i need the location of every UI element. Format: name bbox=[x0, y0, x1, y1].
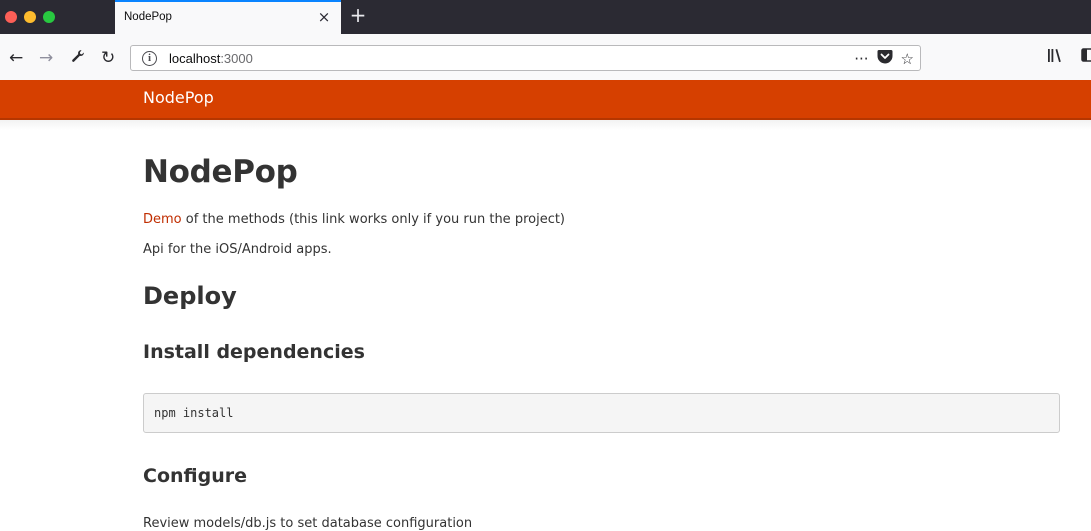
sidebar-icon-shape bbox=[1081, 48, 1091, 62]
library-icon[interactable] bbox=[1047, 48, 1063, 67]
install-code-block: npm install bbox=[143, 393, 1060, 433]
maximize-window-button[interactable] bbox=[43, 11, 55, 23]
page-actions-icon[interactable]: ··· bbox=[854, 50, 868, 68]
tab-title: NodePop bbox=[124, 11, 172, 23]
url-actions: ··· ☆ bbox=[854, 49, 914, 68]
close-tab-icon[interactable]: × bbox=[315, 7, 333, 27]
pocket-icon[interactable] bbox=[877, 49, 893, 68]
configure-paragraph: Review models/db.js to set database conf… bbox=[143, 516, 473, 531]
new-tab-icon[interactable]: + bbox=[348, 3, 368, 27]
window-controls bbox=[5, 11, 55, 23]
page-title: NodePop bbox=[143, 154, 298, 190]
intro-paragraph: Demo of the methods (this link works onl… bbox=[143, 212, 565, 227]
site-brand-link[interactable]: NodePop bbox=[143, 88, 214, 107]
demo-link[interactable]: Demo bbox=[143, 212, 182, 227]
tab-nodepop[interactable]: NodePop × bbox=[115, 0, 341, 34]
bookmark-star-icon[interactable]: ☆ bbox=[901, 50, 914, 68]
toolbar-right bbox=[1047, 48, 1091, 67]
url-bar[interactable]: i localhost:3000 ··· ☆ bbox=[130, 45, 921, 71]
api-paragraph: Api for the iOS/Android apps. bbox=[143, 242, 332, 257]
back-arrow-icon[interactable]: ← bbox=[9, 49, 23, 67]
forward-arrow-icon[interactable]: → bbox=[39, 49, 53, 67]
site-header: NodePop bbox=[0, 80, 1091, 120]
install-heading: Install dependencies bbox=[143, 341, 365, 363]
deploy-heading: Deploy bbox=[143, 282, 237, 310]
intro-text: of the methods (this link works only if … bbox=[181, 212, 566, 227]
url-text[interactable]: localhost:3000 bbox=[169, 51, 253, 66]
url-host: localhost bbox=[169, 51, 221, 66]
install-code: npm install bbox=[154, 406, 234, 420]
header-shadow bbox=[0, 120, 1091, 130]
pocket-icon-shape bbox=[877, 50, 893, 64]
browser-tab-strip: NodePop × + bbox=[0, 0, 1091, 34]
minimize-window-button[interactable] bbox=[24, 11, 36, 23]
url-port: :3000 bbox=[220, 51, 253, 66]
close-window-button[interactable] bbox=[5, 11, 17, 23]
wrench-icon[interactable] bbox=[71, 49, 85, 68]
sidebar-icon[interactable] bbox=[1081, 48, 1091, 67]
info-icon[interactable]: i bbox=[142, 51, 157, 66]
configure-heading: Configure bbox=[143, 465, 247, 487]
library-icon-shape bbox=[1048, 49, 1061, 63]
wrench-icon-shape bbox=[72, 50, 84, 62]
reload-icon[interactable]: ↻ bbox=[101, 49, 115, 67]
